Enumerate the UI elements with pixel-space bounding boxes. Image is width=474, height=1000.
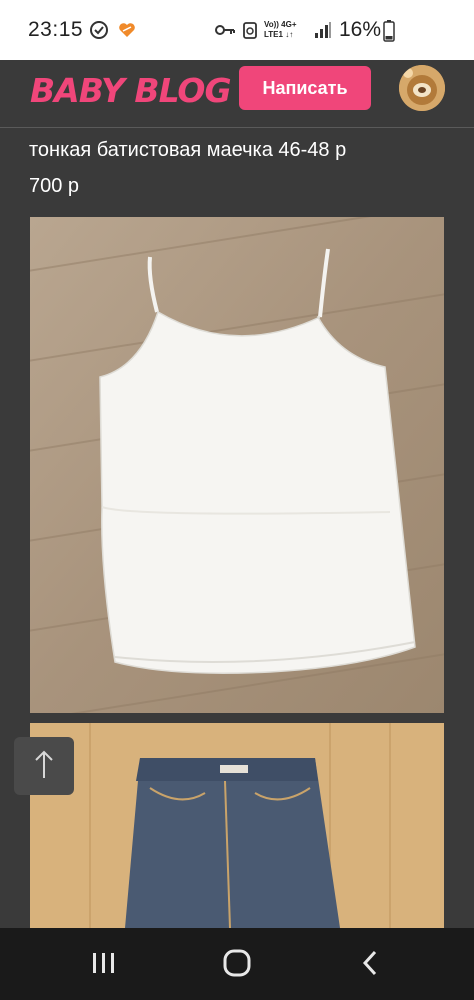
key-icon	[214, 20, 236, 45]
write-button[interactable]: Написать	[239, 66, 371, 110]
recents-button[interactable]	[84, 950, 124, 980]
status-bar: 23:15 Vo)) 4G+ LTE1 ↓↑ 16%	[0, 0, 474, 60]
recycle-icon	[242, 20, 258, 45]
photo-camisole[interactable]	[30, 217, 444, 713]
site-header: BABY BLOG Написать	[0, 60, 474, 128]
logo[interactable]: BABY BLOG	[30, 68, 240, 110]
avatar[interactable]	[399, 65, 445, 111]
home-icon	[223, 949, 251, 982]
header-divider	[0, 127, 474, 128]
system-nav-bar	[0, 928, 474, 1000]
scroll-to-top-button[interactable]	[14, 737, 74, 795]
photo-jeans[interactable]	[30, 723, 444, 928]
status-time: 23:15	[28, 18, 84, 41]
network-label-1: Vo)) 4G+	[264, 20, 297, 29]
home-button[interactable]	[217, 949, 257, 982]
arrow-up-icon	[32, 748, 56, 785]
recents-icon	[91, 951, 117, 980]
post-title: тонкая батистовая маечка 46-48 р	[29, 139, 347, 161]
battery-icon	[383, 20, 395, 47]
post-price: 700 р	[29, 175, 80, 197]
app-heart-icon	[117, 20, 137, 45]
back-icon	[360, 949, 380, 982]
signal-icon	[314, 20, 332, 45]
network-label-2: LTE1 ↓↑	[264, 30, 294, 39]
back-button[interactable]	[350, 950, 390, 980]
battery-percent: 16%	[339, 18, 382, 41]
svg-text:BABY BLOG: BABY BLOG	[30, 71, 231, 110]
sync-check-icon	[89, 20, 109, 45]
